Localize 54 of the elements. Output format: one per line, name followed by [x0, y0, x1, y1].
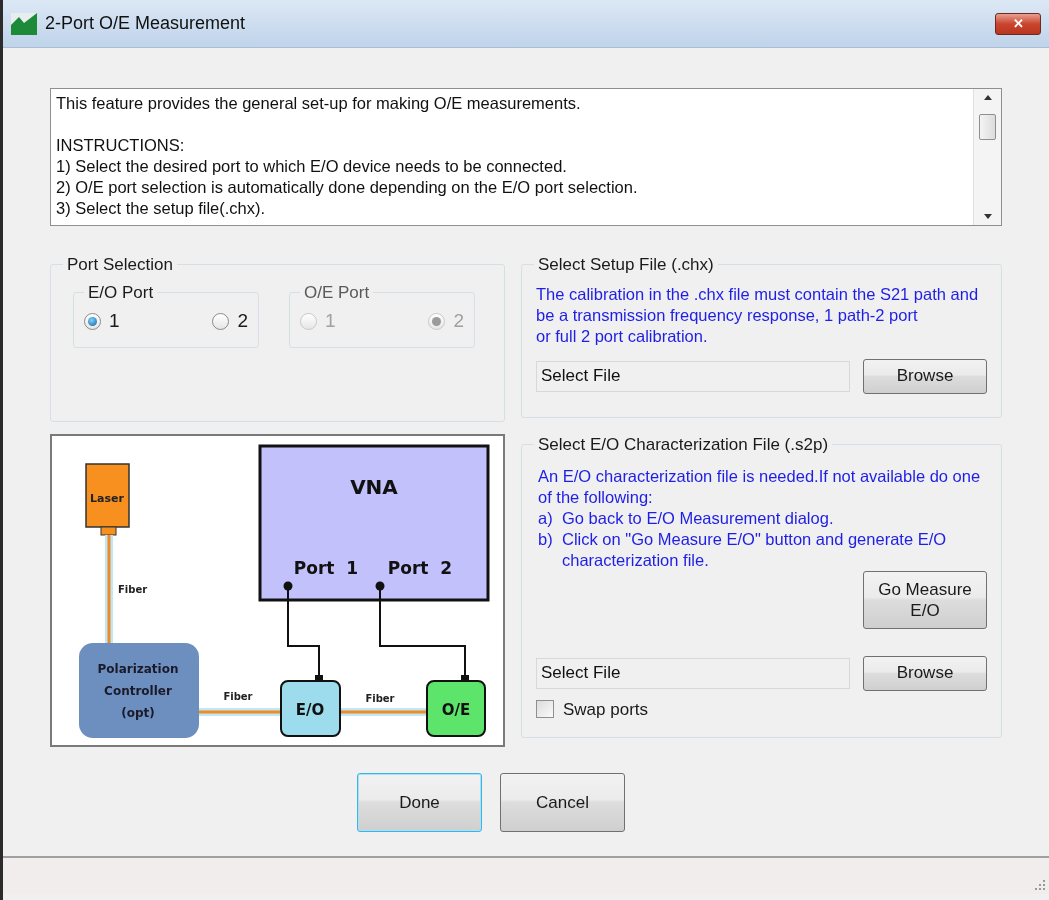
- instruction-line: 2) O/E port selection is automatically done depending on the E/O port selection.: [56, 177, 639, 198]
- step-text: Click on "Go Measure E/O" button and generate E/O characterization file.: [562, 528, 948, 571]
- dialog-button[interactable]: Done: [357, 773, 482, 832]
- fiber-label: Fiber: [365, 693, 395, 704]
- step-marker: a): [538, 507, 554, 529]
- group-label: E/O Port: [87, 281, 155, 304]
- port-label: Port 1: [293, 558, 359, 578]
- scroll-down-icon[interactable]: [983, 214, 992, 219]
- step-marker: b): [538, 528, 554, 550]
- eo-label: E/O: [295, 701, 325, 719]
- fiber-label: Fiber: [223, 691, 253, 702]
- intro-text: This feature provides the general set-up for making O/E measurements.: [56, 93, 582, 114]
- group-label: Select E/O Characterization File (.s2p): [537, 434, 830, 456]
- radio-option[interactable]: 2: [212, 307, 248, 336]
- group-label: Select Setup File (.chx): [537, 254, 715, 276]
- controller-label: (opt): [121, 706, 155, 720]
- group-label: Port Selection: [66, 254, 174, 276]
- radio-button[interactable]: [212, 312, 230, 330]
- instruction-line: 3) Select the setup file(.chx).: [56, 198, 267, 219]
- radio-button[interactable]: [84, 312, 101, 330]
- oe-box: [426, 680, 486, 737]
- port-label: Port 2: [387, 558, 453, 578]
- laser-label: Laser: [90, 492, 124, 505]
- note-text: of the following:: [538, 486, 654, 508]
- browse-button[interactable]: Browse: [863, 358, 987, 394]
- measure-button[interactable]: Go Measure E/O: [863, 570, 987, 629]
- file-field[interactable]: Select File: [536, 360, 850, 392]
- oe-label: O/E: [441, 701, 471, 719]
- scroll-up-icon[interactable]: [983, 95, 992, 100]
- scrollbar[interactable]: [973, 89, 1001, 225]
- resize-grip-icon: [1033, 878, 1045, 890]
- dialog-button[interactable]: Cancel: [500, 773, 625, 832]
- eo-box: [280, 680, 341, 737]
- step-text: Go back to E/O Measurement dialog.: [562, 507, 835, 529]
- file-field[interactable]: Select File: [536, 657, 850, 689]
- controller-label: Controller: [104, 684, 172, 698]
- note-text: An E/O characterization file is needed.If not available do one: [538, 465, 982, 487]
- scroll-thumb[interactable]: [979, 114, 996, 140]
- window-title: 2-Port O/E Measurement: [45, 12, 246, 35]
- fiber-label: Fiber: [118, 584, 148, 595]
- checkbox[interactable]: [536, 700, 554, 719]
- controller-label: Polarization: [97, 662, 179, 676]
- close-button[interactable]: ✕: [995, 12, 1041, 35]
- app-icon: [11, 12, 37, 35]
- note-text: or full 2 port calibration.: [536, 325, 709, 347]
- group-label: O/E Port: [303, 281, 371, 304]
- swap-checkbox-option[interactable]: Swap ports: [534, 696, 989, 722]
- instruction-line: INSTRUCTIONS:: [56, 135, 186, 156]
- radio-option[interactable]: 1: [84, 307, 120, 336]
- note-text: The calibration in the .chx file must contain the S21 path and: [536, 283, 980, 305]
- instruction-line: 1) Select the desired port to which E/O device needs to be connected.: [56, 156, 568, 177]
- note-text: be a transmission frequency response, 1 path-2 port: [536, 304, 919, 326]
- browse-button[interactable]: Browse: [863, 655, 987, 691]
- vna-label: VNA: [350, 475, 398, 499]
